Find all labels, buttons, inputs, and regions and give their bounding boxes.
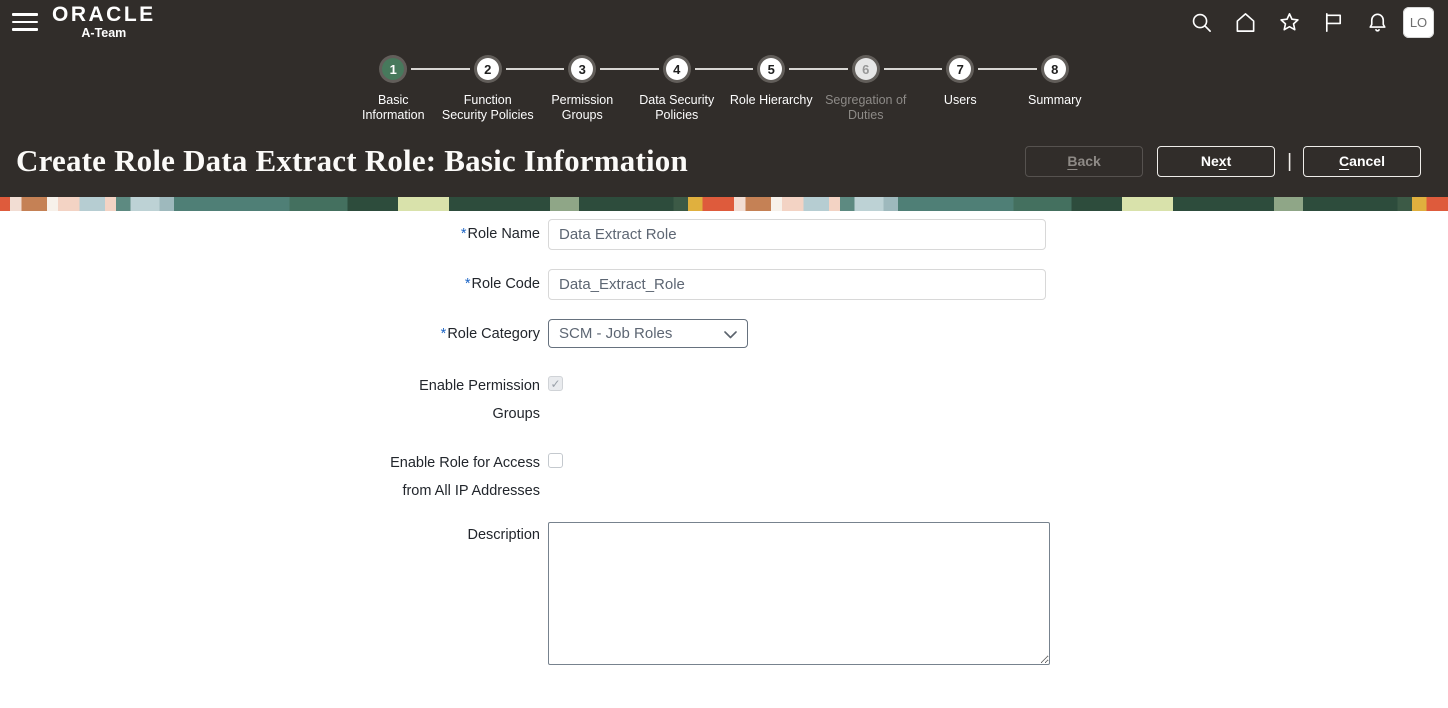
- enable-permission-groups-label: Enable Permission Groups: [0, 372, 548, 428]
- step-circle[interactable]: 8: [1044, 58, 1066, 80]
- hamburger-menu-icon[interactable]: [12, 13, 38, 31]
- enable-permission-groups-row: Enable Permission Groups ✓: [0, 372, 1448, 428]
- header-actions: Back Next | Cancel: [1025, 146, 1421, 177]
- role-code-input[interactable]: [548, 269, 1046, 300]
- wizard-step-role-hierarchy[interactable]: 5 Role Hierarchy: [724, 54, 819, 123]
- notifications-icon[interactable]: [1366, 11, 1389, 34]
- step-connector: [506, 68, 565, 70]
- step-label: Data Security Policies: [630, 93, 724, 123]
- description-row: Description: [0, 522, 1448, 665]
- back-button[interactable]: Back: [1025, 146, 1143, 177]
- top-bar: ORACLE A-Team LO: [0, 0, 1448, 44]
- button-separator: |: [1287, 152, 1292, 171]
- step-circle[interactable]: 4: [666, 58, 688, 80]
- wizard-step-basic-information[interactable]: 1 Basic Information: [346, 54, 441, 123]
- role-category-select[interactable]: SCM - Job Roles: [548, 319, 748, 348]
- title-bar: Create Role Data Extract Role: Basic Inf…: [0, 129, 1448, 197]
- step-label: Users: [944, 93, 977, 108]
- next-button[interactable]: Next: [1157, 146, 1275, 177]
- step-label: Function Security Policies: [441, 93, 535, 123]
- step-circle[interactable]: 3: [571, 58, 593, 80]
- wizard-step-segregation-of-duties: 6 Segregation of Duties: [819, 54, 914, 123]
- wizard-step-function-security-policies[interactable]: 2 Function Security Policies: [441, 54, 536, 123]
- topbar-icons: [1190, 11, 1389, 34]
- step-label: Permission Groups: [535, 93, 629, 123]
- user-avatar[interactable]: LO: [1403, 7, 1434, 38]
- role-name-input[interactable]: [548, 219, 1046, 250]
- page-title: Create Role Data Extract Role: Basic Inf…: [16, 143, 688, 179]
- wizard-step-users[interactable]: 7 Users: [913, 54, 1008, 123]
- role-name-label: *Role Name: [0, 219, 548, 250]
- search-icon[interactable]: [1190, 11, 1213, 34]
- wizard-step-data-security-policies[interactable]: 4 Data Security Policies: [630, 54, 725, 123]
- basic-information-form: *Role Name *Role Code *Role Category SCM…: [0, 211, 1448, 665]
- step-label: Role Hierarchy: [730, 93, 813, 108]
- oracle-logo: ORACLE A-Team: [52, 4, 156, 40]
- step-circle[interactable]: 7: [949, 58, 971, 80]
- step-circle[interactable]: 1: [382, 58, 404, 80]
- app-header: ORACLE A-Team LO 1 Ba: [0, 0, 1448, 197]
- step-connector: [600, 68, 659, 70]
- step-circle[interactable]: 5: [760, 58, 782, 80]
- step-label: Summary: [1028, 93, 1081, 108]
- enable-ip-access-checkbox[interactable]: [548, 453, 563, 468]
- home-icon[interactable]: [1234, 11, 1257, 34]
- required-asterisk: *: [441, 326, 447, 342]
- favorites-icon[interactable]: [1278, 11, 1301, 34]
- step-circle[interactable]: 2: [477, 58, 499, 80]
- role-code-row: *Role Code: [0, 269, 1448, 300]
- chevron-down-icon: [724, 331, 737, 339]
- wizard-step-summary[interactable]: 8 Summary: [1008, 54, 1103, 123]
- role-name-row: *Role Name: [0, 219, 1448, 250]
- step-connector: [411, 68, 470, 70]
- description-label: Description: [0, 522, 548, 545]
- step-connector: [789, 68, 848, 70]
- step-connector: [695, 68, 754, 70]
- step-label: Segregation of Duties: [819, 93, 913, 123]
- role-category-row: *Role Category SCM - Job Roles: [0, 319, 1448, 350]
- step-circle: 6: [855, 58, 877, 80]
- step-connector: [978, 68, 1037, 70]
- brand-name: ORACLE: [52, 4, 156, 25]
- checkmark-icon: ✓: [550, 378, 560, 390]
- required-asterisk: *: [465, 276, 471, 292]
- selected-option: SCM - Job Roles: [559, 325, 672, 342]
- step-connector: [884, 68, 943, 70]
- role-code-label: *Role Code: [0, 269, 548, 300]
- wizard-step-permission-groups[interactable]: 3 Permission Groups: [535, 54, 630, 123]
- enable-permission-groups-checkbox[interactable]: ✓: [548, 376, 563, 391]
- enable-ip-access-row: Enable Role for Access from All IP Addre…: [0, 449, 1448, 505]
- wizard-steps: 1 Basic Information 2 Function Security …: [0, 44, 1448, 129]
- step-label: Basic Information: [346, 93, 440, 123]
- cancel-button[interactable]: Cancel: [1303, 146, 1421, 177]
- enable-ip-access-label: Enable Role for Access from All IP Addre…: [0, 449, 548, 505]
- brand-subtitle: A-Team: [81, 27, 126, 40]
- role-category-label: *Role Category: [0, 319, 548, 350]
- flag-icon[interactable]: [1322, 11, 1345, 34]
- decorative-banner: [0, 197, 1448, 211]
- required-asterisk: *: [461, 226, 467, 242]
- description-textarea[interactable]: [548, 522, 1050, 665]
